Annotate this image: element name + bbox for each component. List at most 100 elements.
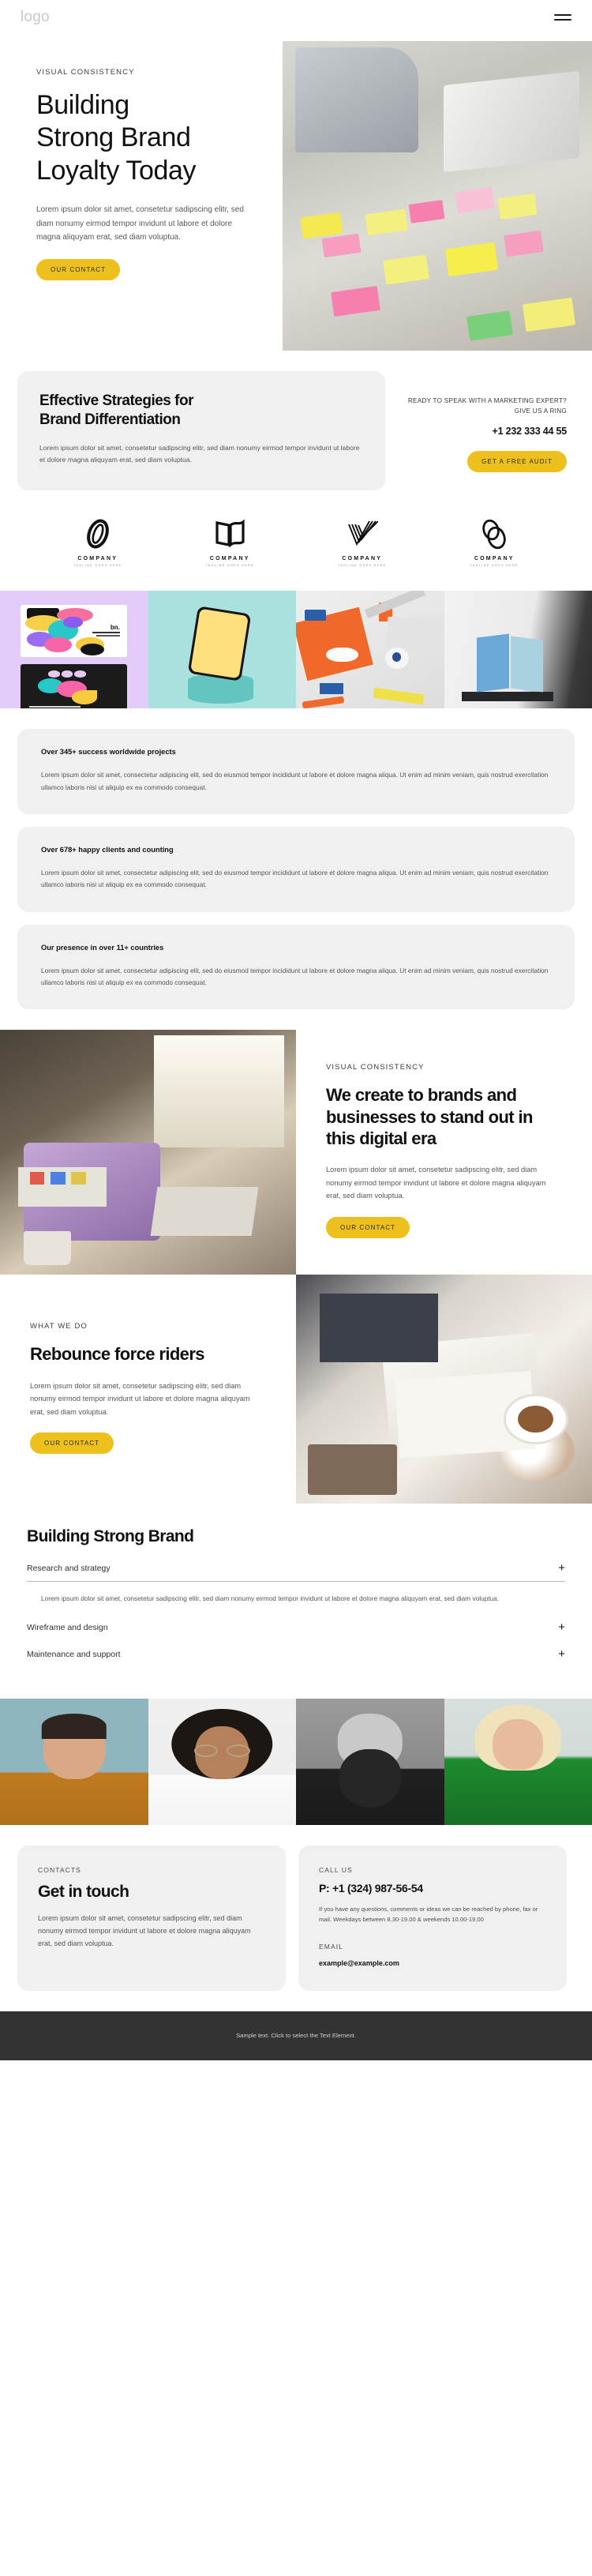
hero-title-line-3: Loyalty Today <box>36 155 197 186</box>
strategy-heading-line-2: Brand Differentiation <box>39 411 181 428</box>
contacts-heading: Get in touch <box>38 1883 129 1902</box>
accordion-label: Research and strategy <box>27 1563 111 1573</box>
accordion-title: Building Strong Brand <box>27 1527 194 1546</box>
office-image-2 <box>296 1275 592 1504</box>
hero-text-block: VISUAL CONSISTENCY Building Strong Brand… <box>0 35 284 280</box>
book-mark-icon <box>190 517 269 550</box>
client-logo-tagline: TAGLINE GOES HERE <box>73 564 122 568</box>
call-us-phone[interactable]: P: +1 (324) 987-56-54 <box>319 1882 546 1894</box>
stat-paragraph: Lorem ipsum dolor sit amet, consectetur … <box>41 771 549 791</box>
landing-page: logo VISUAL CONSISTENCY Building Strong … <box>0 0 592 2060</box>
desk-stationery-image[interactable] <box>296 591 444 709</box>
client-logo-name: COMPANY <box>342 556 383 562</box>
create-paragraph: Lorem ipsum dolor sit amet, consetetur s… <box>326 1166 546 1200</box>
paper-mockup-image[interactable] <box>444 591 592 709</box>
client-logo-tagline: TAGLINE GOES HERE <box>338 564 387 568</box>
phone-mockup-image[interactable] <box>148 591 296 709</box>
client-logo-item[interactable]: COMPANY TAGLINE GOES HERE <box>455 517 534 567</box>
plus-icon[interactable]: + <box>558 1621 565 1633</box>
strategy-card: Effective Strategies for Brand Different… <box>17 371 385 491</box>
accordion-header-maintenance[interactable]: Maintenance and support + <box>27 1648 565 1667</box>
call-us-label: CALL US <box>319 1866 353 1875</box>
stat-heading: Our presence in over 11+ countries <box>41 943 164 952</box>
team-portrait-4[interactable] <box>444 1699 592 1826</box>
call-us-card: CALL US P: +1 (324) 987-56-54 If you hav… <box>298 1846 567 1991</box>
team-portrait-3[interactable] <box>296 1699 444 1826</box>
hero-title: Building Strong Brand Loyalty Today <box>36 89 284 187</box>
loop-mark-icon <box>58 517 137 550</box>
strategy-cta-block: READY TO SPEAK WITH A MARKETING EXPERT? … <box>399 371 567 490</box>
strategy-section: Effective Strategies for Brand Different… <box>0 351 592 491</box>
contacts-label: CONTACTS <box>38 1866 81 1875</box>
gallery-strip: bn. <box>0 591 592 709</box>
hero-title-line-1: Building <box>36 90 129 120</box>
stat-paragraph: Lorem ipsum dolor sit amet, consectetur … <box>41 868 549 889</box>
accordion-header-research[interactable]: Research and strategy + <box>27 1562 565 1583</box>
plus-icon[interactable]: + <box>558 1648 565 1660</box>
rebounce-eyebrow: WHAT WE DO <box>30 1322 88 1331</box>
hero-section: VISUAL CONSISTENCY Building Strong Brand… <box>0 35 592 351</box>
contacts-paragraph: Lorem ipsum dolor sit amet, consetetur s… <box>38 1914 251 1948</box>
stat-heading: Over 678+ happy clients and counting <box>41 845 174 854</box>
call-us-note: If you have any questions, comments or i… <box>319 1906 538 1924</box>
accordion-body: Lorem ipsum dolor sit amet, consetetur s… <box>41 1594 500 1603</box>
rebounce-heading: Rebounce force riders <box>30 1344 205 1365</box>
create-contact-button[interactable]: OUR CONTACT <box>326 1216 410 1238</box>
hero-contact-button[interactable]: OUR CONTACT <box>36 258 121 280</box>
team-portrait-2[interactable] <box>148 1699 296 1826</box>
email-address[interactable]: example@example.com <box>319 1959 546 1967</box>
stat-card: Our presence in over 11+ countries Lorem… <box>17 924 575 1010</box>
create-heading: We create to brands and businesses to st… <box>326 1085 533 1148</box>
stats-section: Over 345+ success worldwide projects Lor… <box>0 708 592 1030</box>
office-image-1 <box>0 1030 296 1275</box>
client-logos-row: COMPANY TAGLINE GOES HERE COMPANY TAGLIN… <box>0 490 592 591</box>
stat-card: Over 345+ success worldwide projects Lor… <box>17 729 575 814</box>
rebounce-text-block: WHAT WE DO Rebounce force riders Lorem i… <box>0 1275 296 1504</box>
create-eyebrow: VISUAL CONSISTENCY <box>326 1063 425 1072</box>
hamburger-icon[interactable] <box>554 13 571 21</box>
contact-section: CONTACTS Get in touch Lorem ipsum dolor … <box>0 1825 592 2011</box>
rebounce-contact-button[interactable]: OUR CONTACT <box>30 1433 114 1455</box>
accordion-section: Building Strong Brand Research and strat… <box>0 1504 592 1688</box>
strategy-paragraph: Lorem ipsum dolor sit amet, consetetur s… <box>39 443 360 464</box>
accordion-label: Maintenance and support <box>27 1649 121 1659</box>
client-logo-name: COMPANY <box>474 556 515 562</box>
team-photo-strip <box>0 1699 592 1826</box>
gallery-card-label: bn. <box>110 623 120 631</box>
branding-cards-image[interactable]: bn. <box>0 591 148 709</box>
rebounce-paragraph: Lorem ipsum dolor sit amet, consetetur s… <box>30 1381 250 1416</box>
strategy-heading-line-1: Effective Strategies for <box>39 392 193 409</box>
accordion-label: Wireframe and design <box>27 1622 108 1632</box>
client-logo-tagline: TAGLINE GOES HERE <box>470 564 519 568</box>
create-section: VISUAL CONSISTENCY We create to brands a… <box>0 1030 592 1275</box>
stat-card: Over 678+ happy clients and counting Lor… <box>17 826 575 912</box>
hero-image <box>283 41 592 351</box>
free-audit-button[interactable]: GET A FREE AUDIT <box>467 451 567 473</box>
accordion-item: Research and strategy + Lorem ipsum dolo… <box>27 1562 565 1605</box>
email-label: EMAIL <box>319 1942 344 1951</box>
create-text-block: VISUAL CONSISTENCY We create to brands a… <box>296 1030 592 1275</box>
plus-icon[interactable]: + <box>558 1562 565 1574</box>
bottom-sample-text[interactable]: Sample text. Click to select the Text El… <box>236 2032 356 2039</box>
rebounce-section: WHAT WE DO Rebounce force riders Lorem i… <box>0 1275 592 1504</box>
team-portrait-1[interactable] <box>0 1699 148 1826</box>
stat-paragraph: Lorem ipsum dolor sit amet, consectetur … <box>41 966 549 986</box>
client-logo-name: COMPANY <box>77 556 118 562</box>
client-logo-item[interactable]: COMPANY TAGLINE GOES HERE <box>190 517 269 567</box>
strategy-heading: Effective Strategies for Brand Different… <box>39 392 363 430</box>
accordion-item: Wireframe and design + <box>27 1621 565 1640</box>
contacts-card: CONTACTS Get in touch Lorem ipsum dolor … <box>17 1846 286 1991</box>
hero-eyebrow: VISUAL CONSISTENCY <box>36 68 135 77</box>
hero-paragraph: Lorem ipsum dolor sit amet, consetetur s… <box>36 205 244 242</box>
site-logo[interactable]: logo <box>21 9 50 26</box>
client-logo-name: COMPANY <box>209 556 250 562</box>
double-ellipse-icon <box>455 517 534 550</box>
hero-title-line-2: Strong Brand <box>36 122 191 153</box>
checkmark-stripes-icon <box>323 517 402 550</box>
accordion-header-wireframe[interactable]: Wireframe and design + <box>27 1621 565 1640</box>
client-logo-item[interactable]: COMPANY TAGLINE GOES HERE <box>323 517 402 567</box>
accordion-item: Maintenance and support + <box>27 1648 565 1667</box>
client-logo-item[interactable]: COMPANY TAGLINE GOES HERE <box>58 517 137 567</box>
site-header: logo <box>0 0 592 35</box>
strategy-phone[interactable]: +1 232 333 44 55 <box>399 426 568 437</box>
